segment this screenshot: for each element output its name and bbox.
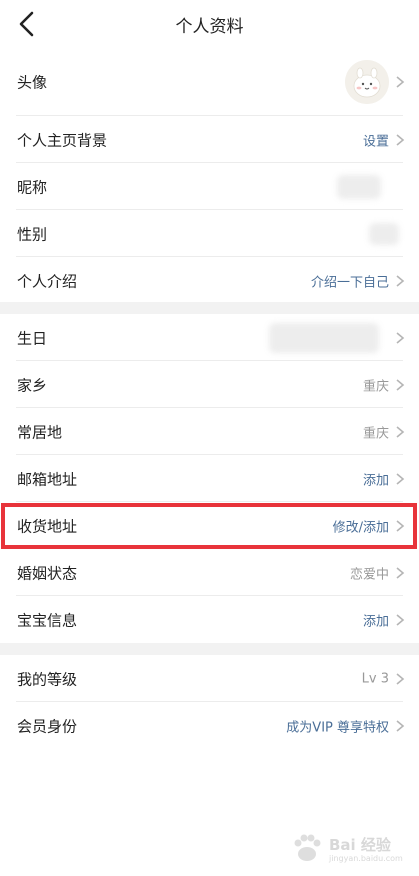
chevron-right-icon xyxy=(396,76,405,88)
level-label: 我的等级 xyxy=(17,670,78,688)
chevron-right-icon xyxy=(396,133,405,146)
avatar xyxy=(345,60,389,104)
homepage-background-label: 个人主页背景 xyxy=(17,131,108,149)
email-label: 邮箱地址 xyxy=(17,470,78,488)
homepage-background-row[interactable]: 个人主页背景 设置 xyxy=(0,116,419,163)
introduction-value: 介绍一下自己 xyxy=(310,275,389,290)
baby-info-row[interactable]: 宝宝信息 添加 xyxy=(0,596,419,643)
watermark-url: jingyan.baidu.com xyxy=(329,854,403,863)
watermark-brand: Bai 经验 xyxy=(329,836,391,854)
level-value: Lv 3 xyxy=(361,671,389,686)
section-gap xyxy=(0,643,419,655)
nickname-blurred-value xyxy=(337,174,381,199)
shipping-address-value: 修改/添加 xyxy=(332,520,389,535)
chevron-right-icon xyxy=(396,519,405,532)
chevron-right-icon xyxy=(396,274,405,287)
introduction-label: 个人介绍 xyxy=(17,272,78,290)
chevron-right-icon xyxy=(396,719,405,732)
hometown-label: 家乡 xyxy=(17,376,48,394)
marital-status-label: 婚姻状态 xyxy=(17,564,78,582)
residence-value: 重庆 xyxy=(362,426,389,441)
hometown-row[interactable]: 家乡 重庆 xyxy=(0,361,419,408)
birthday-blurred-value xyxy=(269,322,379,353)
nickname-row[interactable]: 昵称 xyxy=(0,163,419,210)
page-title: 个人资料 xyxy=(175,17,244,37)
level-row[interactable]: 我的等级 Lv 3 xyxy=(0,655,419,702)
avatar-cartoon-icon xyxy=(345,60,389,104)
nickname-label: 昵称 xyxy=(17,178,48,196)
email-row[interactable]: 邮箱地址 添加 xyxy=(0,455,419,502)
chevron-right-icon xyxy=(396,425,405,438)
chevron-right-icon xyxy=(396,472,405,485)
membership-group: 我的等级 Lv 3 会员身份 成为VIP 尊享特权 xyxy=(0,655,419,749)
paw-logo-icon xyxy=(294,834,321,861)
homepage-background-value: 设置 xyxy=(362,134,389,149)
birthday-row[interactable]: 生日 xyxy=(0,314,419,361)
profile-basic-group: 头像 个人主页背景 设置 昵称 性别 个人介绍 介绍一下自己 xyxy=(0,48,419,304)
introduction-row[interactable]: 个人介绍 介绍一下自己 xyxy=(0,257,419,304)
marital-status-value: 恋爱中 xyxy=(349,567,389,582)
chevron-right-icon xyxy=(396,613,405,626)
membership-value: 成为VIP 尊享特权 xyxy=(286,720,389,735)
birthday-label: 生日 xyxy=(17,329,48,347)
profile-detail-group: 生日 家乡 重庆 常居地 重庆 邮箱地址 添加 收货地址 修改/添加 婚姻状态 … xyxy=(0,314,419,643)
baby-info-value: 添加 xyxy=(362,614,389,629)
hometown-value: 重庆 xyxy=(362,379,389,394)
top-bar: 个人资料 xyxy=(0,0,419,48)
gender-label: 性别 xyxy=(17,225,48,243)
section-gap xyxy=(0,302,419,314)
email-value: 添加 xyxy=(362,473,389,488)
gender-blurred-value xyxy=(369,222,399,245)
avatar-label: 头像 xyxy=(17,73,48,92)
residence-row[interactable]: 常居地 重庆 xyxy=(0,408,419,455)
chevron-right-icon xyxy=(396,378,405,391)
chevron-right-icon xyxy=(396,566,405,579)
residence-label: 常居地 xyxy=(17,423,63,441)
chevron-right-icon xyxy=(396,331,405,344)
chevron-right-icon xyxy=(396,672,405,685)
gender-row[interactable]: 性别 xyxy=(0,210,419,257)
membership-label: 会员身份 xyxy=(17,717,78,735)
shipping-address-label: 收货地址 xyxy=(17,517,78,535)
marital-status-row[interactable]: 婚姻状态 恋爱中 xyxy=(0,549,419,596)
shipping-address-row[interactable]: 收货地址 修改/添加 xyxy=(0,502,419,549)
avatar-row[interactable]: 头像 xyxy=(0,48,419,116)
watermark: Bai 经验 jingyan.baidu.com xyxy=(287,828,407,868)
baby-info-label: 宝宝信息 xyxy=(17,611,78,629)
membership-row[interactable]: 会员身份 成为VIP 尊享特权 xyxy=(0,702,419,749)
